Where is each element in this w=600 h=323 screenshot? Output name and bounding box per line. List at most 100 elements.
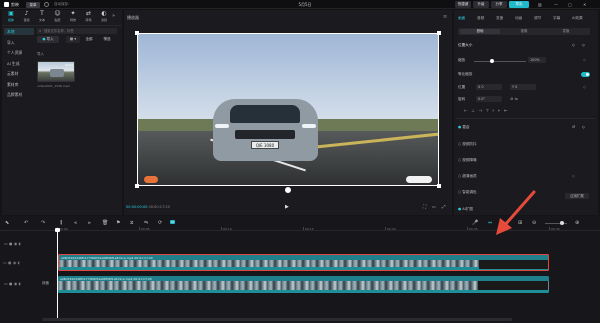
tool-3-button[interactable]: ☺ 贴纸 [51,10,65,24]
search-input[interactable]: 搜索文件名称、标签 [37,28,117,34]
marker-icon[interactable]: ⚑ [116,220,120,226]
sidebar-item-6[interactable]: 品牌素材 [4,91,34,98]
tool-2-button[interactable]: T 文本 [35,10,49,24]
tool-label: 文本 [38,18,45,22]
properties-tab-4[interactable]: 调节 [534,16,541,21]
track2-controls[interactable]: ▭ ● ◉ ◖ [4,281,21,286]
properties-tab-0[interactable]: 画面 [458,16,465,21]
autosave-status: 自动保存： [54,2,72,6]
tool-4-button[interactable]: ✦ 特效 [66,10,80,24]
properties-tab-3[interactable]: 动画 [515,16,522,21]
thumb-duration: 00:04 [64,62,73,67]
redo-icon[interactable]: ↷ [41,220,45,226]
scale-slider[interactable] [474,61,526,62]
flip-icons[interactable]: ⊘ ⇋ [510,96,518,101]
upgrade-button[interactable]: 升级 [473,1,489,8]
playhead[interactable] [57,228,58,318]
player-menu-icon[interactable]: ≡ [443,14,447,20]
keyframe-icon[interactable]: ◇ [583,57,586,62]
split-icon[interactable]: ⫼ [60,220,62,226]
sidebar-item-1[interactable]: 导入 [4,39,34,46]
video-preview[interactable]: QIE 3080 [137,33,439,186]
menu-button[interactable]: 菜单 [26,1,40,8]
tool-5-button[interactable]: ⇄ 转场 [82,10,96,24]
mic-icon[interactable]: 🎤 [472,220,478,226]
sidebar-item-3[interactable]: AI 生成 [4,60,34,67]
clip1-waveform [59,267,548,270]
scale-value[interactable]: 100% [528,57,546,63]
rotate-field[interactable]: 0.0° [476,96,502,102]
delete-icon[interactable]: 🗑 [102,220,108,226]
ruler-label: 00:20 [387,227,396,231]
video-clip-selected[interactable]: a08d792d2d6f1177000fd4e98f46f1e5d1ca.mp4… [58,254,549,271]
subtab-basic[interactable]: 基础 [460,29,500,34]
subtab-mask[interactable]: 蒙版 [546,29,586,34]
zoom-in-icon[interactable]: ⊕ [575,220,579,226]
split-left-icon[interactable]: ⫷ [74,220,77,226]
zoom-slider-thumb[interactable] [560,221,564,225]
maximize-icon[interactable]: ▢ [568,2,572,7]
subtab-cutout[interactable]: 抠像 [504,29,544,34]
track1-controls[interactable]: ▭ ● ◉ ◖ [4,241,21,246]
position-keyframe-icon[interactable]: ◇ [583,84,586,89]
sidebar-item-2[interactable]: 个人资源 [4,49,34,56]
position-x-field[interactable]: X 0 [476,84,502,90]
ai-badge[interactable]: AI [170,220,175,224]
properties-tab-1[interactable]: 音频 [477,16,484,21]
export-button[interactable]: 导出 [509,1,529,8]
resize-handle-bl[interactable] [135,184,139,188]
filter-button[interactable]: 筛选 [98,36,116,43]
tool-0-button[interactable]: ▣ 媒体 [4,10,18,24]
properties-tab-6[interactable]: AI效果 [572,16,583,21]
sidebar-item-5[interactable]: 素材库 [4,81,34,88]
tool-6-button[interactable]: ◐ 滤镜 [97,10,111,24]
align-icons[interactable]: ⊢⊥⊣⊤⊦⊧⊨ [464,108,511,113]
play-icon[interactable]: ▶ [285,204,289,210]
layout-icon[interactable]: ▥ [538,2,542,7]
uniform-scale-toggle[interactable] [581,72,590,77]
undo-icon[interactable]: ↶ [24,220,28,226]
uniform-scale-row: 等比缩放 [458,72,473,76]
thumb-filename: video0001_1546.mp4 [37,84,70,88]
properties-tab-5[interactable]: 字幕 [553,16,560,21]
rotate-handle[interactable] [285,187,291,193]
video-clip-main[interactable]: a08d792d2d6f1177000fd4e98f46f1e5d1ca.mp4… [58,276,549,293]
more-tools-icon[interactable]: » [112,13,115,19]
ratio-icon[interactable]: ▭ [432,204,436,209]
sidebar-item-0[interactable]: 本地 [4,28,34,35]
split-right-icon[interactable]: ⫸ [88,220,91,226]
media-thumbnail[interactable]: 00:04 [37,61,75,82]
select-tool-icon[interactable]: ⬉ [5,220,9,226]
fullscreen-icon[interactable]: ⛶ [423,204,426,210]
mirror-icon[interactable]: ⇋ [144,220,148,226]
position-y-field[interactable]: Y 0 [510,84,536,90]
shortcut-button[interactable]: 快捷键 [455,1,471,8]
ai-fill-apply-button[interactable]: 应用扩展 [565,193,589,199]
horizontal-scrollbar[interactable] [42,318,512,321]
resize-handle-br[interactable] [437,184,441,188]
tool-label: 音频 [23,18,30,22]
import-button[interactable]: ● 导入 [37,36,59,43]
playhead-handle[interactable] [55,228,60,232]
blend-row: ● 混合 ↺ ◇ [458,125,585,129]
close-icon[interactable]: ✕ [583,2,586,7]
cover-label[interactable]: 封面 [42,281,49,286]
resize-handle-tl[interactable] [135,31,139,35]
properties-tab-2[interactable]: 变速 [496,16,503,21]
expand-icon[interactable]: ⤢ [442,204,446,210]
app-name: 剪映 [11,2,19,7]
ruler-tick [385,227,386,230]
annotation-arrow-icon [496,190,536,235]
minimize-icon[interactable]: — [554,2,558,7]
sort-dropdown[interactable]: 全部 [82,36,96,43]
share-button[interactable]: 分享 [491,1,507,8]
app-logo-icon [4,2,9,7]
view-toggle[interactable]: ▦ ▾ [66,36,80,43]
sidebar-item-4[interactable]: 云素材 [4,70,34,77]
scale-slider-thumb[interactable] [490,59,494,63]
resize-handle-tr[interactable] [437,31,441,35]
enhance-row: ○ 超清画质 ◇ [458,174,575,178]
rotate-tool-icon[interactable]: ⟳ [158,220,162,226]
freeze-icon[interactable]: ⧖ [130,220,134,226]
tool-1-button[interactable]: ♪ 音频 [20,10,34,24]
